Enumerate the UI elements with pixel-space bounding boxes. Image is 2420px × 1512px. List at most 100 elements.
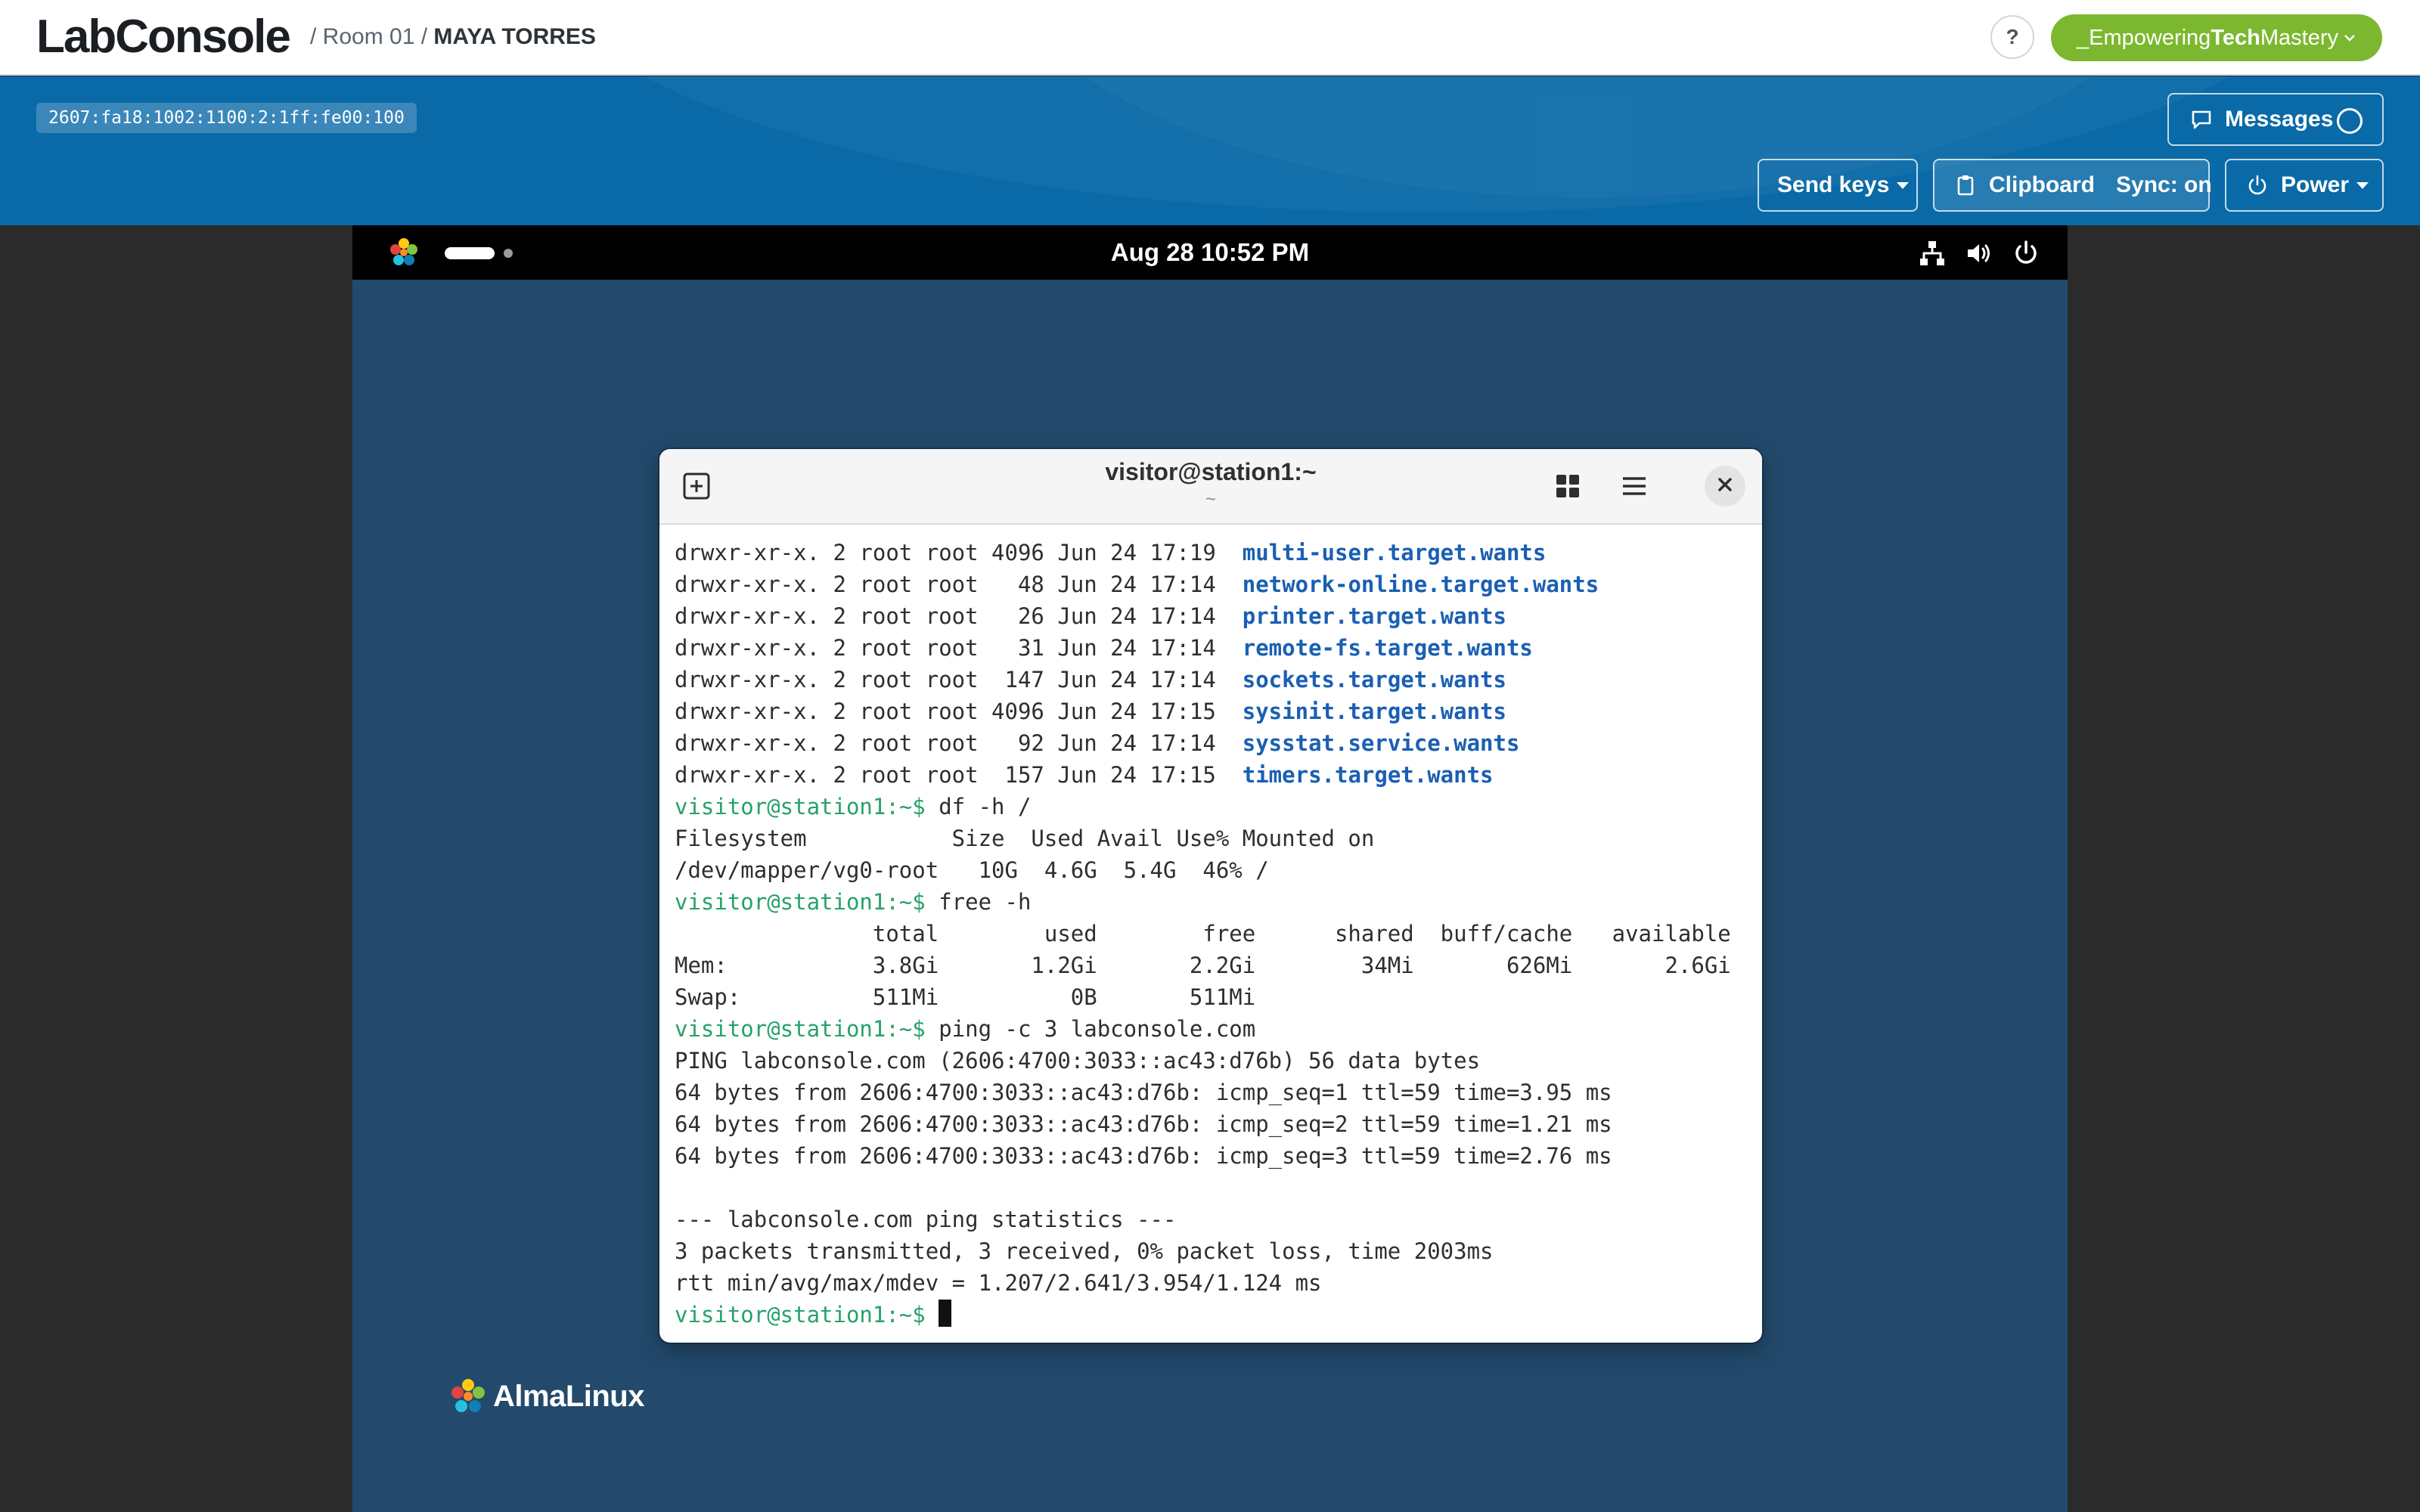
ls-entry-meta: drwxr-xr-x. 2 root root 4096 Jun 24 17:1… bbox=[675, 699, 1243, 724]
status-ring-icon bbox=[2337, 108, 2363, 134]
terminal-line: drwxr-xr-x. 2 root root 48 Jun 24 17:14 … bbox=[675, 569, 1756, 600]
grid-view-icon[interactable] bbox=[1552, 470, 1584, 502]
ls-entry-dir: sysstat.service.wants bbox=[1242, 730, 1520, 756]
hamburger-menu-icon[interactable] bbox=[1618, 470, 1650, 502]
messages-button[interactable]: Messages bbox=[2167, 93, 2384, 146]
send-keys-label: Send keys bbox=[1777, 172, 1890, 197]
terminal-title: visitor@station1:~ bbox=[1105, 458, 1317, 485]
ls-entry-dir: printer.target.wants bbox=[1242, 603, 1506, 629]
terminal-line: rtt min/avg/max/mdev = 1.207/2.641/3.954… bbox=[675, 1267, 1756, 1299]
ip-address-chip[interactable]: 2607:fa18:1002:1100:2:1ff:fe00:100 bbox=[36, 103, 417, 133]
ls-entry-meta: drwxr-xr-x. 2 root root 4096 Jun 24 17:1… bbox=[675, 540, 1243, 565]
ls-entry-meta: drwxr-xr-x. 2 root root 147 Jun 24 17:14 bbox=[675, 667, 1243, 692]
command-output: 64 bytes from 2606:4700:3033::ac43:d76b:… bbox=[675, 1111, 1612, 1137]
account-name-bold: Tech bbox=[2211, 25, 2260, 50]
terminal-line: drwxr-xr-x. 2 root root 4096 Jun 24 17:1… bbox=[675, 696, 1756, 727]
account-menu-button[interactable]: _Empowering Tech Mastery bbox=[2051, 14, 2382, 61]
terminal-line: Swap: 511Mi 0B 511Mi bbox=[675, 981, 1756, 1013]
vm-screen[interactable]: Aug 28 10:52 PM visitor@station1:~ ~ drw… bbox=[352, 225, 2068, 1512]
account-name-suffix: Mastery bbox=[2260, 25, 2339, 50]
ls-entry-meta: drwxr-xr-x. 2 root root 48 Jun 24 17:14 bbox=[675, 572, 1243, 597]
clipboard-icon bbox=[1954, 174, 1977, 197]
chevron-down-icon bbox=[2343, 25, 2356, 55]
terminal-line: 64 bytes from 2606:4700:3033::ac43:d76b:… bbox=[675, 1140, 1756, 1172]
network-icon[interactable] bbox=[1918, 239, 1947, 268]
system-power-icon[interactable] bbox=[2012, 239, 2040, 268]
messages-label: Messages bbox=[2225, 107, 2334, 132]
close-window-button[interactable] bbox=[1705, 466, 1745, 507]
ls-entry-meta: drwxr-xr-x. 2 root root 26 Jun 24 17:14 bbox=[675, 603, 1243, 629]
shell-prompt: visitor@station1:~$ bbox=[675, 1302, 926, 1328]
console-toolbar: 2607:fa18:1002:1100:2:1ff:fe00:100 Messa… bbox=[0, 76, 2420, 225]
ls-entry-dir: multi-user.target.wants bbox=[1242, 540, 1547, 565]
terminal-line: PING labconsole.com (2606:4700:3033::ac4… bbox=[675, 1045, 1756, 1077]
account-name-prefix: _Empowering bbox=[2077, 25, 2211, 50]
ls-entry-meta: drwxr-xr-x. 2 root root 92 Jun 24 17:14 bbox=[675, 730, 1243, 756]
terminal-line: /dev/mapper/vg0-root 10G 4.6G 5.4G 46% / bbox=[675, 854, 1756, 886]
shell-command: free -h bbox=[925, 889, 1032, 915]
clipboard-button[interactable]: Clipboard Sync: on bbox=[1933, 159, 2212, 212]
almalinux-flower-icon bbox=[451, 1379, 485, 1412]
app-logo[interactable]: LabConsole bbox=[36, 11, 291, 64]
terminal-subtitle: ~ bbox=[1205, 489, 1216, 510]
terminal-line: visitor@station1:~$ bbox=[675, 1299, 1756, 1331]
breadcrumb-room[interactable]: / Room 01 / bbox=[310, 24, 427, 49]
command-output: 3 packets transmitted, 3 received, 0% pa… bbox=[675, 1238, 1494, 1264]
terminal-line: Filesystem Size Used Avail Use% Mounted … bbox=[675, 823, 1756, 854]
text-cursor[interactable] bbox=[939, 1300, 952, 1327]
top-header: LabConsole / Room 01 / MAYA TORRES ? _Em… bbox=[0, 0, 2420, 76]
command-output: PING labconsole.com (2606:4700:3033::ac4… bbox=[675, 1048, 1481, 1074]
command-output: total used free shared buff/cache availa… bbox=[675, 921, 1731, 947]
terminal-line: visitor@station1:~$ df -h / bbox=[675, 791, 1756, 823]
breadcrumb: / Room 01 / MAYA TORRES bbox=[310, 23, 596, 51]
command-output: rtt min/avg/max/mdev = 1.207/2.641/3.954… bbox=[675, 1270, 1322, 1296]
power-icon bbox=[2246, 174, 2269, 197]
ls-entry-dir: network-online.target.wants bbox=[1242, 572, 1599, 597]
command-output: --- labconsole.com ping statistics --- bbox=[675, 1207, 1177, 1232]
clipboard-label: Clipboard bbox=[1989, 172, 2095, 197]
terminal-line: visitor@station1:~$ free -h bbox=[675, 886, 1756, 918]
gnome-top-bar: Aug 28 10:52 PM bbox=[352, 225, 2068, 280]
send-keys-button[interactable]: Send keys bbox=[1758, 159, 1918, 212]
command-output: 64 bytes from 2606:4700:3033::ac43:d76b:… bbox=[675, 1080, 1612, 1105]
terminal-line: drwxr-xr-x. 2 root root 92 Jun 24 17:14 … bbox=[675, 727, 1756, 759]
terminal-line: visitor@station1:~$ ping -c 3 labconsole… bbox=[675, 1013, 1756, 1045]
shell-command: df -h / bbox=[925, 794, 1032, 820]
terminal-line: Mem: 3.8Gi 1.2Gi 2.2Gi 34Mi 626Mi 2.6Gi bbox=[675, 950, 1756, 981]
terminal-line: drwxr-xr-x. 2 root root 147 Jun 24 17:14… bbox=[675, 664, 1756, 696]
command-output: Mem: 3.8Gi 1.2Gi 2.2Gi 34Mi 626Mi 2.6Gi bbox=[675, 953, 1731, 978]
power-label: Power bbox=[2281, 172, 2350, 197]
command-output: 64 bytes from 2606:4700:3033::ac43:d76b:… bbox=[675, 1143, 1612, 1169]
terminal-output[interactable]: drwxr-xr-x. 2 root root 4096 Jun 24 17:1… bbox=[675, 537, 1756, 1331]
ls-entry-dir: timers.target.wants bbox=[1242, 762, 1494, 788]
terminal-header-bar[interactable]: visitor@station1:~ ~ bbox=[659, 449, 1762, 525]
close-icon bbox=[1716, 476, 1734, 497]
command-output: /dev/mapper/vg0-root 10G 4.6G 5.4G 46% / bbox=[675, 857, 1269, 883]
ls-entry-dir: sockets.target.wants bbox=[1242, 667, 1506, 692]
shell-command: ping -c 3 labconsole.com bbox=[925, 1016, 1256, 1042]
power-button[interactable]: Power bbox=[2225, 159, 2384, 212]
almalinux-wordmark: AlmaLinux bbox=[493, 1379, 644, 1413]
help-button[interactable]: ? bbox=[1990, 15, 2034, 59]
command-output: Swap: 511Mi 0B 511Mi bbox=[675, 984, 1256, 1010]
terminal-window[interactable]: visitor@station1:~ ~ drwxr-xr-x. 2 root … bbox=[659, 449, 1762, 1343]
terminal-line: 3 packets transmitted, 3 received, 0% pa… bbox=[675, 1235, 1756, 1267]
terminal-line: 64 bytes from 2606:4700:3033::ac43:d76b:… bbox=[675, 1077, 1756, 1108]
shell-command bbox=[926, 1302, 939, 1328]
terminal-line: --- labconsole.com ping statistics --- bbox=[675, 1204, 1756, 1235]
sync-status: Sync: on bbox=[2116, 172, 2212, 197]
ls-entry-dir: remote-fs.target.wants bbox=[1242, 635, 1533, 661]
shell-prompt: visitor@station1:~$ bbox=[675, 1016, 926, 1042]
caret-down-icon bbox=[1897, 181, 1910, 189]
volume-icon[interactable] bbox=[1965, 239, 1993, 268]
clock[interactable]: Aug 28 10:52 PM bbox=[352, 225, 2068, 280]
terminal-line: drwxr-xr-x. 2 root root 4096 Jun 24 17:1… bbox=[675, 537, 1756, 569]
ls-entry-dir: sysinit.target.wants bbox=[1242, 699, 1506, 724]
terminal-line: total used free shared buff/cache availa… bbox=[675, 918, 1756, 950]
terminal-line: drwxr-xr-x. 2 root root 26 Jun 24 17:14 … bbox=[675, 600, 1756, 632]
caret-down-icon bbox=[2356, 181, 2369, 189]
shell-prompt: visitor@station1:~$ bbox=[675, 889, 926, 915]
terminal-line: drwxr-xr-x. 2 root root 157 Jun 24 17:15… bbox=[675, 759, 1756, 791]
terminal-line: 64 bytes from 2606:4700:3033::ac43:d76b:… bbox=[675, 1108, 1756, 1140]
